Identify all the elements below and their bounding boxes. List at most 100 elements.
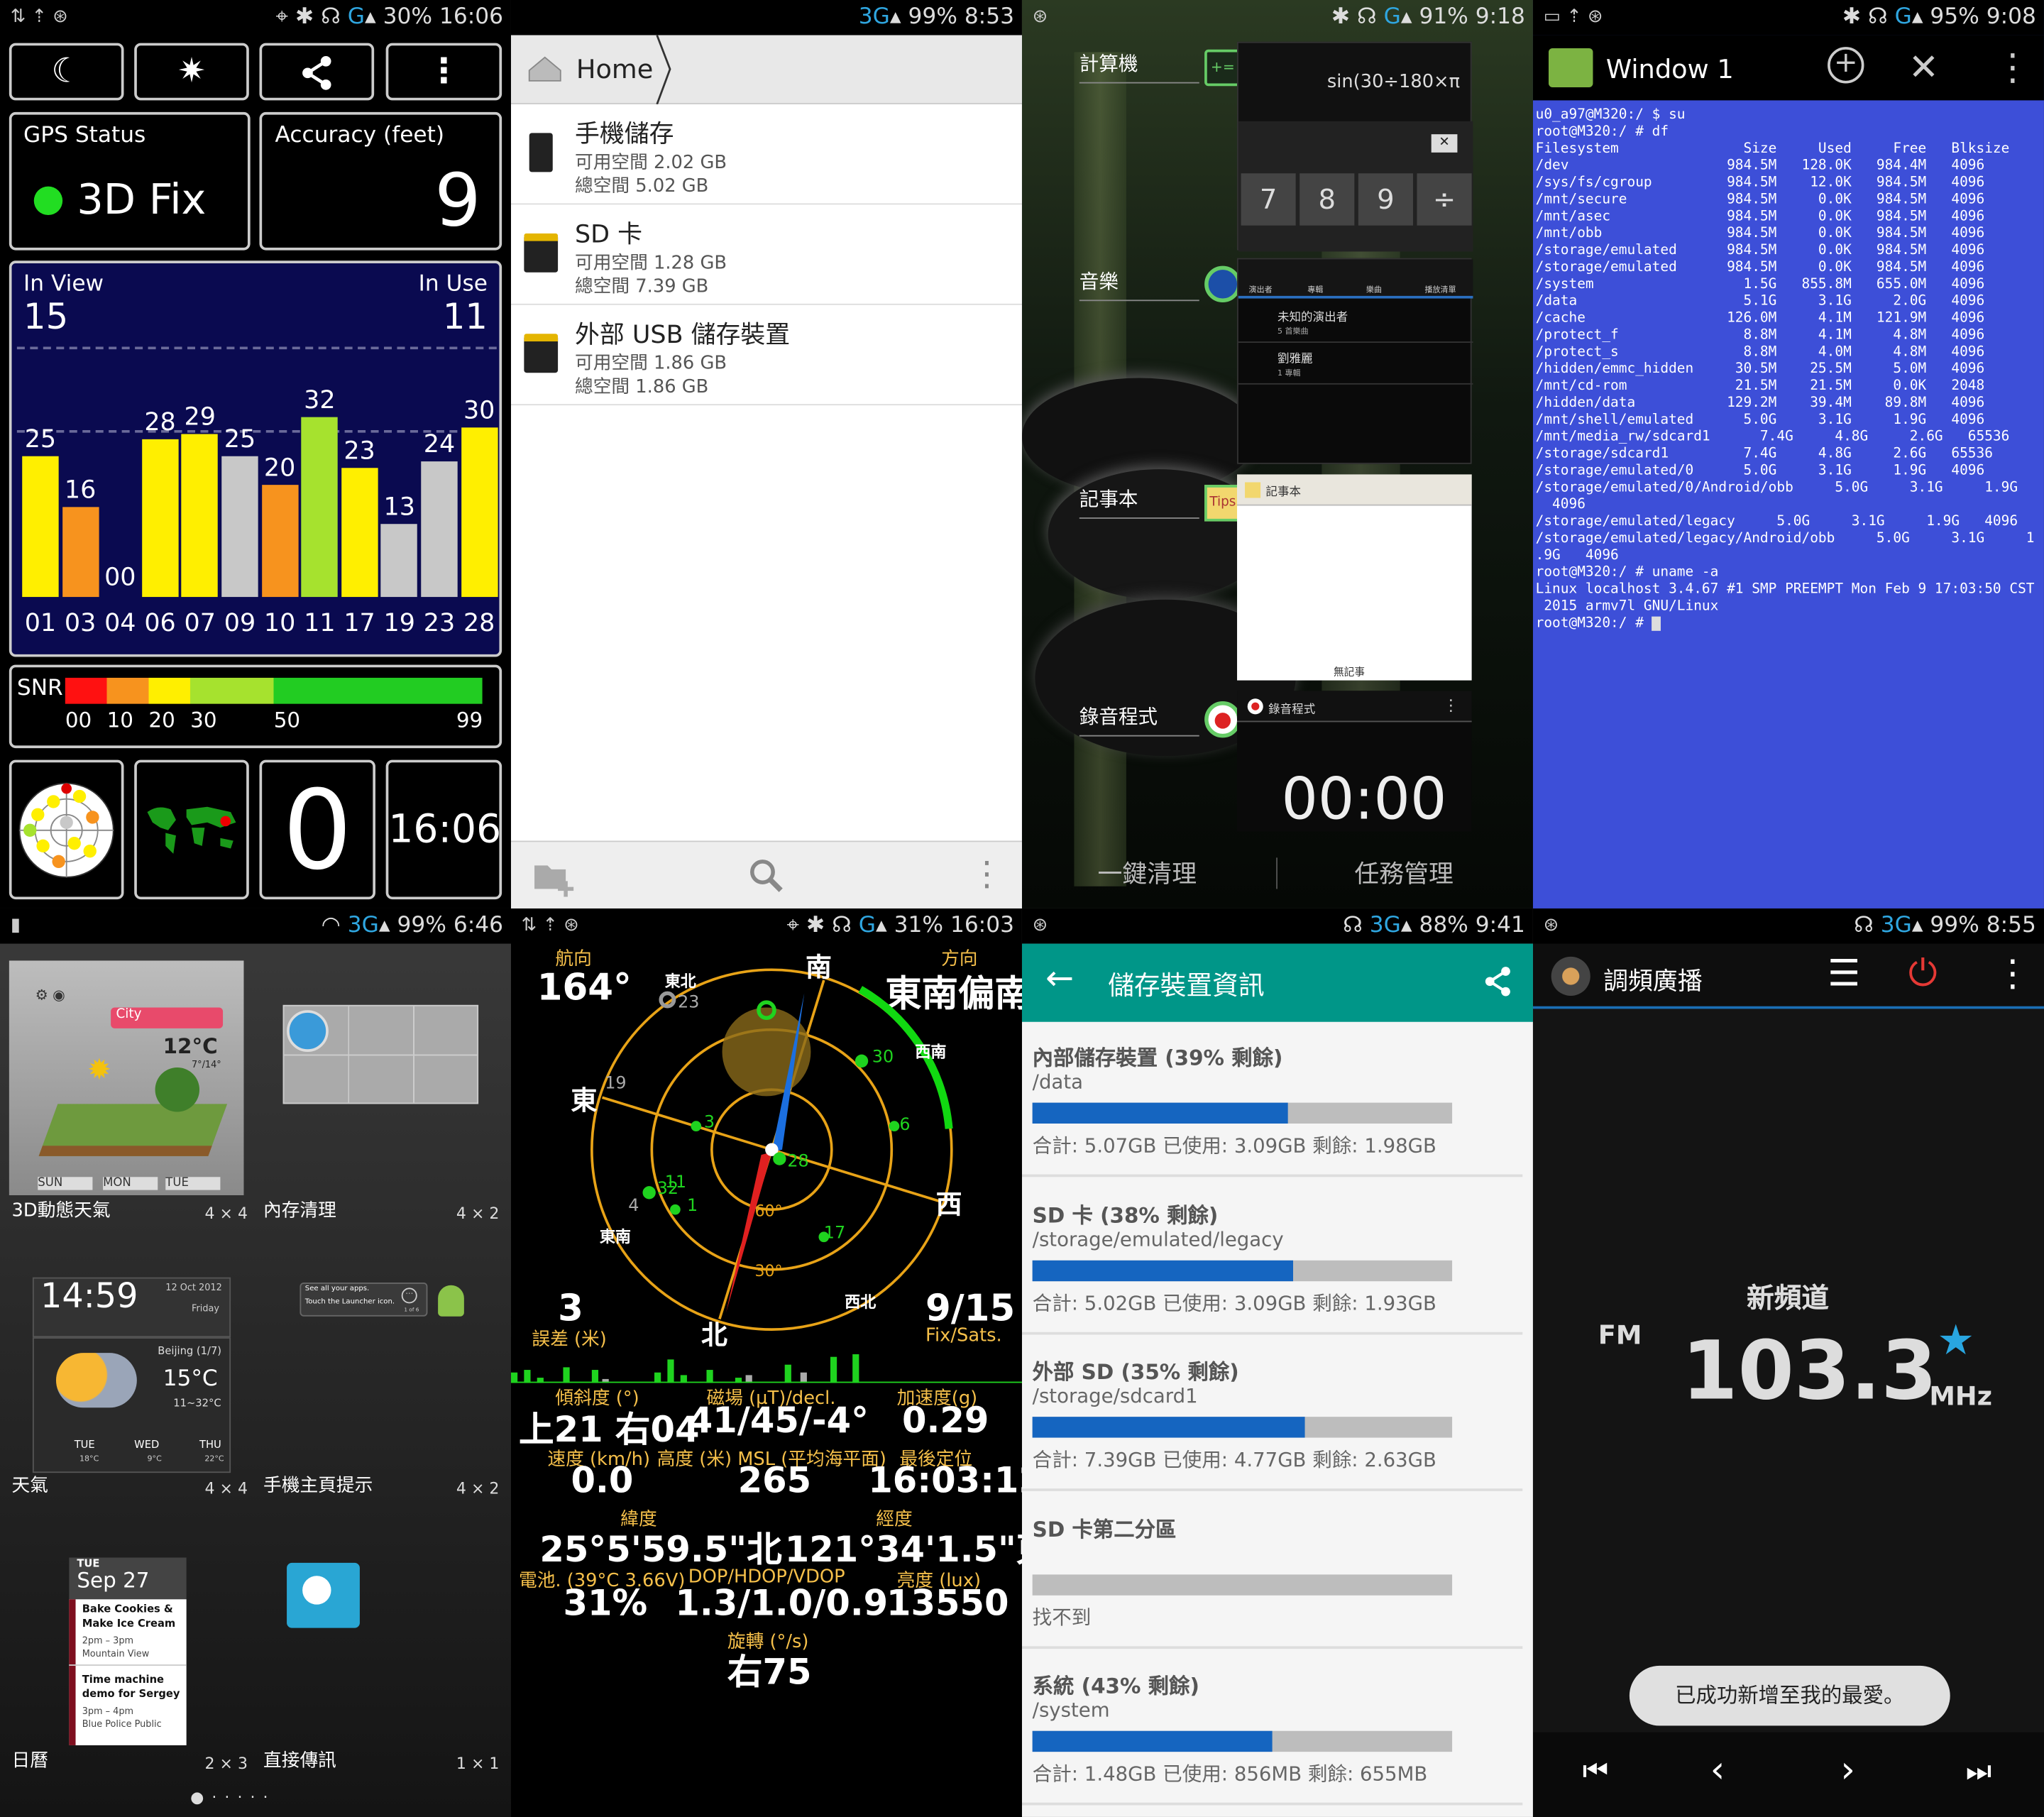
widget-calendar[interactable]: TUE Sep 27 Bake Cookies & Make Ice Cream…: [9, 1510, 251, 1777]
breadcrumb-home[interactable]: Home: [576, 53, 653, 84]
widget-memory-clean[interactable]: 內存清理 4 × 2: [260, 960, 502, 1227]
task-label-calculator[interactable]: 計算機: [1079, 50, 1199, 84]
terminal-line: u0_a97@M320:/ $ su: [1535, 106, 1686, 123]
snr-bar: [381, 523, 418, 598]
close-window-icon[interactable]: ✕: [1908, 45, 1939, 89]
snr-bar-label: 24: [423, 430, 456, 460]
terminal-line: 4096: [1535, 496, 1586, 512]
terminal-line: /hidden/data 129.2M 39.4M 89.8M 4096: [1535, 395, 1985, 411]
storage-list-item[interactable]: 手機儲存 可用空間 2.02 GB 總空間 5.02 GB: [510, 104, 1022, 205]
back-arrow-icon[interactable]: ←: [1045, 960, 1074, 999]
terminal-line: /storage/emulated/0 5.0G 3.1G 1.9G 4096: [1535, 462, 1985, 478]
storage-item[interactable]: SD 卡第二分區 找不到: [1021, 1493, 1533, 1649]
storage-item-totals: 合計: 5.02GB 已使用: 3.09GB 剩餘: 1.93GB: [1032, 1290, 1436, 1315]
terminal-line: /storage/emulated 984.5M 0.0K 984.5M 409…: [1535, 242, 1985, 258]
task-label-notepad[interactable]: 記事本: [1079, 485, 1199, 519]
backspace-icon: ✕: [1431, 134, 1458, 153]
signal-bar: [784, 1364, 791, 1383]
skip-previous-icon[interactable]: ⏮: [1583, 1756, 1608, 1789]
favorite-star-icon[interactable]: ★: [1937, 1315, 1974, 1365]
notepad-app-icon[interactable]: Tips: [1204, 485, 1241, 522]
prn-label: 07: [184, 608, 216, 637]
widget-direct-message[interactable]: 直接傳訊 1 × 1: [260, 1510, 502, 1777]
terminal-output[interactable]: u0_a97@M320:/ $ su root@M320:/ # df Filesy…: [1536, 107, 2035, 632]
signal-bar: [852, 1354, 859, 1383]
snr-bar-label: 28: [144, 407, 176, 437]
storage-list-item[interactable]: SD 卡可用空間 1.28 GB 總空間 7.39 GB: [510, 204, 1022, 305]
music-list-item: 劉雅麗 1 專輯: [1238, 343, 1473, 385]
share-button[interactable]: [259, 43, 375, 101]
music-thumbnail[interactable]: 演出者 專輯 樂曲 播放清單 未知的演出者 5 首樂曲 劉雅麗 1 專輯: [1237, 258, 1473, 464]
compass-button[interactable]: ✷: [134, 43, 249, 101]
new-folder-icon[interactable]: [532, 857, 576, 897]
search-icon[interactable]: [748, 857, 784, 894]
storage-item[interactable]: 內部儲存裝置 (39% 剩餘)/data 合計: 5.07GB 已使用: 3.09…: [1021, 1022, 1533, 1178]
toast-message: 已成功新增至我的最愛。: [1629, 1665, 1950, 1726]
storage-item[interactable]: 外部 SD (35% 剩餘)/storage/sdcard1 合計: 7.39GB…: [1021, 1336, 1533, 1492]
gps-status-panel: ⇅ ⇡ ⊛ ⌖ ✱ ☊ G▴ 30% 16:06 ☾ ✷ ⋮ GPS Statu…: [0, 0, 511, 908]
widget-3d-weather[interactable]: ⚙ ◉ City 12°C 7°/14° ✹ SUN MON TUE 3D動態天…: [9, 960, 251, 1227]
storage-item[interactable]: SD 卡 (38% 剩餘)/storage/emulated/legacy 合計:…: [1021, 1179, 1533, 1335]
status-bar: ⊛ ☊ 3G▴ 88% 9:41: [1021, 908, 1533, 944]
usage-bar: [1032, 1102, 1453, 1124]
world-map-button[interactable]: [134, 759, 249, 900]
storage-item-title: 外部 SD (35% 剩餘): [1032, 1359, 1239, 1385]
snr-bar: [141, 439, 179, 598]
prn-label: 10: [263, 608, 296, 637]
android-icon: [1548, 48, 1593, 88]
tree-icon: [155, 1067, 200, 1112]
more-vert-icon[interactable]: ⋮: [1994, 45, 2031, 89]
android-robot-icon: [438, 1285, 464, 1317]
status-bar: ▭ ⇡ ⊛ ✱ ☊ G▴ 95% 9:08: [1532, 0, 2044, 35]
night-mode-button[interactable]: ☾: [9, 43, 124, 101]
broom-icon: [287, 1010, 329, 1052]
widget-home-tips[interactable]: See all your apps. Touch the Launcher ic…: [260, 1236, 502, 1503]
calculator-app-icon[interactable]: +=: [1204, 49, 1241, 87]
prn-label: 09: [224, 608, 256, 637]
music-tab: 專輯: [1307, 285, 1324, 295]
clean-all-button[interactable]: 一鍵清理: [1098, 855, 1197, 891]
snr-scale-label: 30: [190, 708, 217, 733]
power-icon[interactable]: ⏻: [1908, 952, 1938, 996]
seek-forward-icon[interactable]: ›: [1840, 1748, 1855, 1791]
signal-bar: [563, 1367, 570, 1383]
storage-list-item[interactable]: 外部 USB 儲存裝置 可用空間 1.86 GB 總空間 1.86 GB: [510, 305, 1022, 406]
band-label: FM: [1598, 1319, 1642, 1351]
recorder-app-icon[interactable]: ●: [1204, 701, 1241, 738]
recorder-thumbnail[interactable]: ● 錄音程式 ⋮ 00:00: [1237, 691, 1472, 833]
accuracy-value: 9: [434, 159, 481, 244]
seek-back-icon[interactable]: ‹: [1710, 1748, 1725, 1791]
terminal-line: /storage/emulated/legacy/Android/obb 5.0…: [1535, 530, 2035, 547]
overflow-menu-button[interactable]: ⋮: [385, 43, 502, 101]
window-selector[interactable]: Window 1: [1606, 53, 1734, 84]
sky-view-button[interactable]: [9, 759, 124, 900]
frequency-value: 103.3: [1681, 1322, 1938, 1419]
player-controls: ⏮ ‹ › ⏭: [1532, 1732, 2044, 1817]
notepad-thumbnail[interactable]: 記事本 無記事: [1237, 474, 1472, 681]
breadcrumb[interactable]: Home: [510, 35, 1022, 104]
snr-bar-label: 30: [463, 397, 495, 426]
calculator-thumbnail[interactable]: sin(30÷180×π ✕ 7 8 9 ÷: [1237, 41, 1473, 252]
storage-item-title: 內部儲存裝置 (39% 剩餘): [1032, 1045, 1283, 1070]
usage-bar-fill: [1032, 1730, 1272, 1752]
skip-next-icon[interactable]: ⏭: [1966, 1756, 1991, 1789]
storage-item[interactable]: 系統 (43% 剩餘)/system 合計: 1.48GB 已使用: 856MB …: [1021, 1650, 1533, 1806]
more-vert-icon[interactable]: ⋮: [970, 855, 1004, 894]
task-label-music[interactable]: 音樂: [1079, 267, 1199, 302]
task-label-recorder[interactable]: 錄音程式: [1079, 703, 1199, 737]
prn-label: 17: [344, 608, 375, 637]
storage-item-free: 可用空間 1.28 GB: [574, 253, 727, 274]
prn-label: 23: [423, 608, 456, 637]
storage-item-path: /data: [1032, 1070, 1084, 1094]
storage-item-title: 系統 (43% 剩餘): [1032, 1673, 1199, 1698]
task-manager-button[interactable]: 任務管理: [1354, 855, 1454, 891]
more-vert-icon[interactable]: ⋮: [1994, 952, 2031, 995]
station-list-icon[interactable]: ☰: [1828, 952, 1860, 995]
new-window-icon[interactable]: +: [1828, 47, 1864, 84]
music-app-icon[interactable]: [1204, 265, 1241, 303]
share-icon[interactable]: [1480, 965, 1515, 999]
widget-weather[interactable]: 14:59 12 Oct 2012 Friday Beijing (1/7) 1…: [9, 1236, 251, 1503]
music-tab: 播放清單: [1424, 285, 1456, 295]
sun-icon: ✹: [87, 1054, 111, 1087]
fix-status: 3D Fix: [77, 175, 207, 224]
